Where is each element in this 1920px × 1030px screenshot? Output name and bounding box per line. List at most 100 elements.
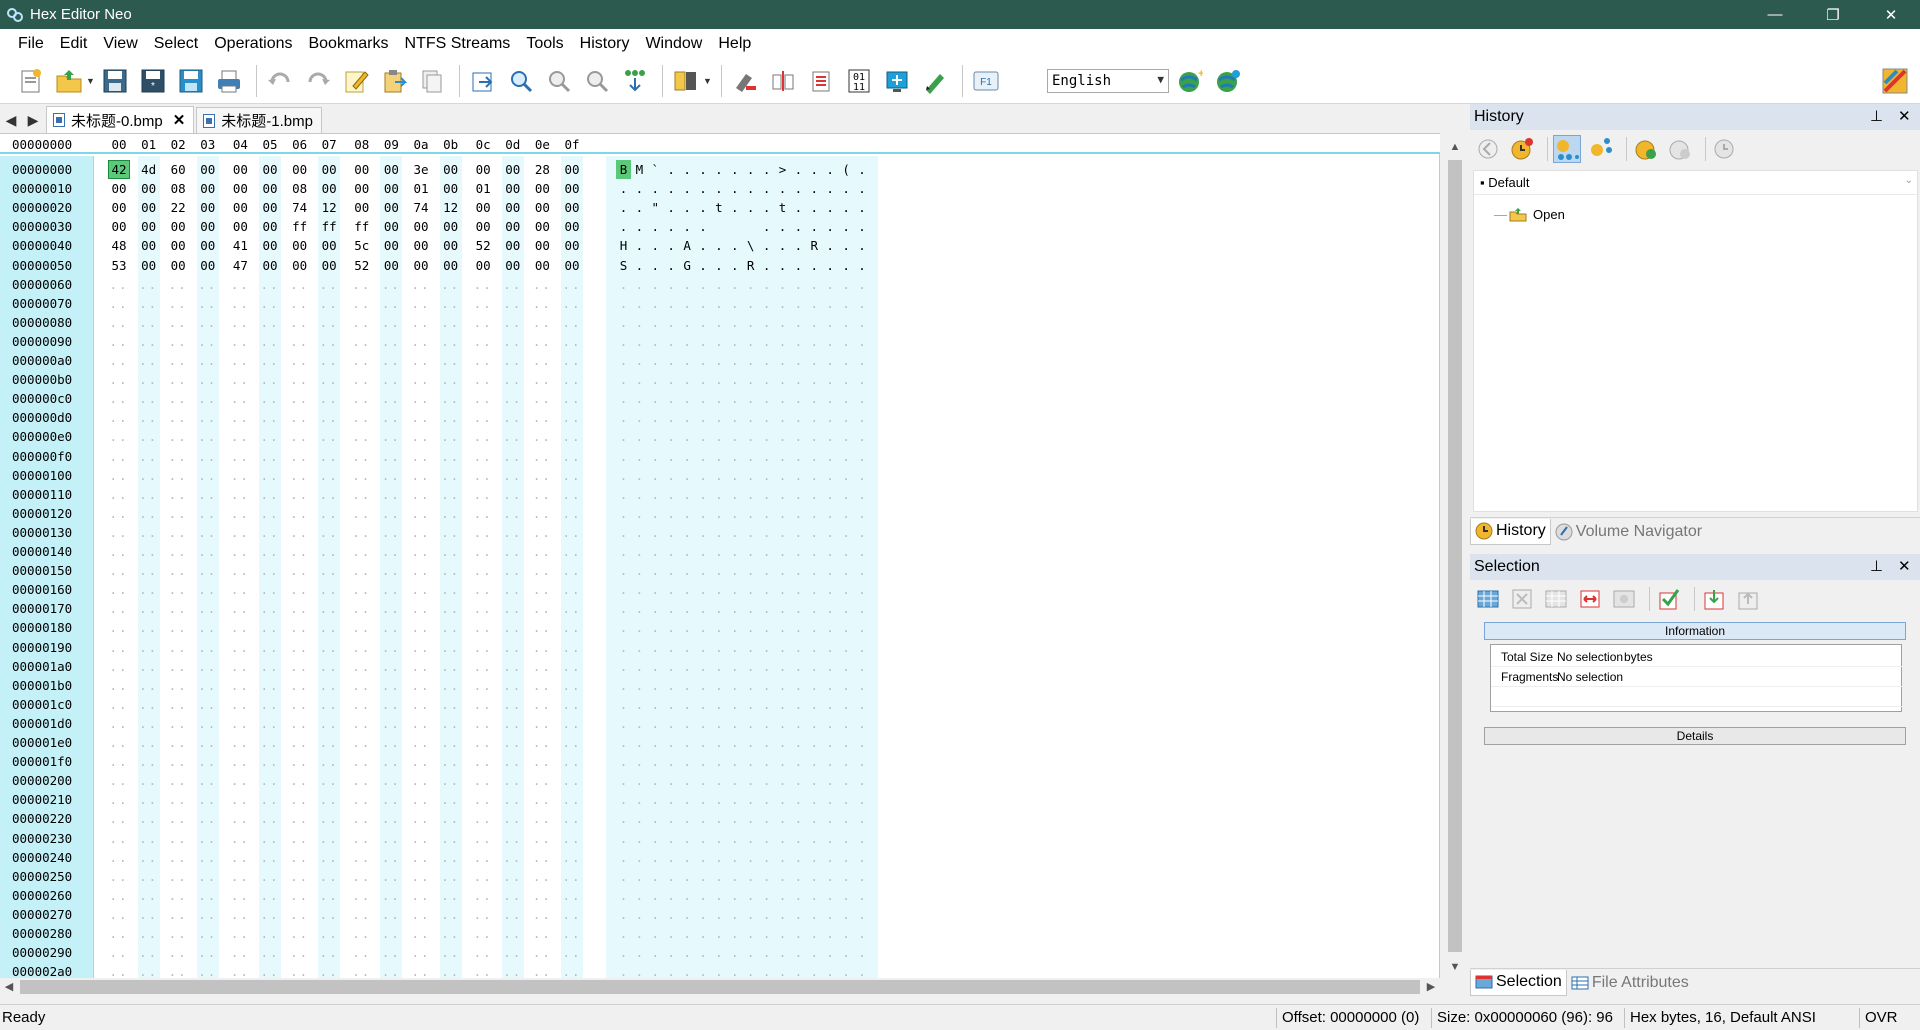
ascii-char[interactable]: . bbox=[680, 198, 695, 217]
ascii-char[interactable]: . bbox=[616, 657, 631, 676]
hex-byte[interactable]: .. bbox=[502, 332, 524, 351]
ascii-char[interactable]: . bbox=[855, 771, 870, 790]
hex-byte[interactable]: .. bbox=[289, 370, 311, 389]
hex-byte[interactable]: .. bbox=[289, 389, 311, 408]
ascii-char[interactable]: . bbox=[696, 561, 711, 580]
scroll-down-icon[interactable]: ▼ bbox=[1446, 958, 1464, 976]
hex-byte[interactable]: .. bbox=[351, 485, 373, 504]
ascii-char[interactable]: . bbox=[680, 676, 695, 695]
hex-byte[interactable]: .. bbox=[502, 657, 524, 676]
select-all-icon[interactable] bbox=[1474, 585, 1502, 613]
ascii-char[interactable]: . bbox=[839, 370, 854, 389]
hex-byte[interactable]: .. bbox=[289, 466, 311, 485]
hex-byte[interactable]: .. bbox=[289, 485, 311, 504]
ascii-char[interactable]: . bbox=[664, 466, 679, 485]
hex-byte[interactable]: .. bbox=[259, 275, 281, 294]
ascii-char[interactable]: . bbox=[839, 714, 854, 733]
hex-byte[interactable]: .. bbox=[229, 790, 251, 809]
ascii-char[interactable]: . bbox=[616, 370, 631, 389]
hex-byte[interactable]: 00 bbox=[259, 198, 281, 217]
hex-byte[interactable]: .. bbox=[289, 886, 311, 905]
hex-byte[interactable]: .. bbox=[410, 504, 432, 523]
hex-byte[interactable]: .. bbox=[410, 408, 432, 427]
hex-byte[interactable]: 00 bbox=[289, 236, 311, 255]
help-f1-icon[interactable]: F1 bbox=[969, 64, 1003, 98]
ascii-char[interactable]: . bbox=[743, 790, 758, 809]
ascii-char[interactable]: . bbox=[727, 618, 742, 637]
ascii-char[interactable]: . bbox=[632, 886, 647, 905]
ascii-char[interactable]: . bbox=[807, 408, 822, 427]
hex-byte[interactable]: 00 bbox=[197, 160, 219, 179]
hex-byte[interactable]: .. bbox=[410, 809, 432, 828]
ascii-char[interactable]: . bbox=[743, 275, 758, 294]
hex-byte[interactable]: .. bbox=[167, 695, 189, 714]
ascii-char[interactable]: . bbox=[616, 523, 631, 542]
hex-byte[interactable]: .. bbox=[561, 427, 583, 446]
ascii-char[interactable]: . bbox=[823, 332, 838, 351]
ascii-char[interactable]: . bbox=[855, 638, 870, 657]
hex-byte[interactable]: 00 bbox=[531, 236, 553, 255]
ascii-char[interactable]: . bbox=[664, 294, 679, 313]
tab-volume-navigator[interactable]: Volume Navigator bbox=[1551, 519, 1706, 545]
hex-byte[interactable]: .. bbox=[197, 752, 219, 771]
hex-byte[interactable]: .. bbox=[167, 275, 189, 294]
ascii-char[interactable]: . bbox=[791, 733, 806, 752]
ascii-char[interactable]: . bbox=[648, 351, 663, 370]
ascii-char[interactable]: . bbox=[680, 848, 695, 867]
ascii-char[interactable]: . bbox=[711, 790, 726, 809]
ascii-char[interactable]: . bbox=[823, 733, 838, 752]
ascii-char[interactable]: . bbox=[807, 618, 822, 637]
ascii-char[interactable]: . bbox=[855, 695, 870, 714]
ascii-char[interactable]: . bbox=[839, 523, 854, 542]
hex-byte[interactable]: .. bbox=[259, 313, 281, 332]
hex-byte[interactable]: .. bbox=[318, 618, 340, 637]
ascii-char[interactable]: . bbox=[727, 408, 742, 427]
ascii-char[interactable]: . bbox=[680, 275, 695, 294]
ascii-char[interactable]: . bbox=[727, 848, 742, 867]
hex-byte[interactable]: .. bbox=[167, 676, 189, 695]
ascii-char[interactable]: . bbox=[727, 370, 742, 389]
hex-byte[interactable]: .. bbox=[138, 523, 160, 542]
ascii-char[interactable]: . bbox=[616, 332, 631, 351]
hex-byte[interactable]: .. bbox=[229, 676, 251, 695]
hex-byte[interactable]: 01 bbox=[410, 179, 432, 198]
hex-byte[interactable]: .. bbox=[380, 466, 402, 485]
ascii-char[interactable]: . bbox=[616, 561, 631, 580]
hex-byte[interactable]: .. bbox=[502, 485, 524, 504]
ascii-char[interactable]: . bbox=[823, 829, 838, 848]
hex-byte[interactable]: .. bbox=[108, 580, 130, 599]
ascii-char[interactable]: . bbox=[839, 733, 854, 752]
ascii-char[interactable]: . bbox=[791, 638, 806, 657]
hex-byte[interactable]: .. bbox=[259, 485, 281, 504]
hex-byte[interactable]: .. bbox=[440, 638, 462, 657]
ascii-char[interactable]: . bbox=[711, 848, 726, 867]
ascii-char[interactable]: . bbox=[727, 236, 742, 255]
hex-byte[interactable]: .. bbox=[318, 466, 340, 485]
ascii-char[interactable]: . bbox=[823, 714, 838, 733]
ascii-char[interactable]: . bbox=[648, 886, 663, 905]
hex-byte[interactable]: .. bbox=[259, 829, 281, 848]
hex-byte[interactable]: .. bbox=[531, 714, 553, 733]
hex-byte[interactable]: .. bbox=[167, 886, 189, 905]
hex-byte[interactable]: .. bbox=[138, 389, 160, 408]
hex-byte[interactable]: .. bbox=[318, 408, 340, 427]
hex-byte[interactable]: .. bbox=[229, 886, 251, 905]
ascii-char[interactable]: . bbox=[743, 179, 758, 198]
hex-byte[interactable]: 00 bbox=[259, 179, 281, 198]
hex-byte[interactable]: .. bbox=[108, 351, 130, 370]
hex-byte[interactable]: .. bbox=[472, 275, 494, 294]
tab-file-attributes[interactable]: File Attributes bbox=[1567, 970, 1693, 996]
hex-byte[interactable]: .. bbox=[531, 542, 553, 561]
history-branch-bar[interactable]: ▪ Default ⌄ bbox=[1474, 171, 1919, 195]
hex-byte[interactable]: 00 bbox=[380, 217, 402, 236]
hex-byte[interactable]: .. bbox=[351, 523, 373, 542]
hex-byte[interactable]: .. bbox=[289, 447, 311, 466]
menu-bookmarks[interactable]: Bookmarks bbox=[300, 29, 396, 58]
ascii-char[interactable]: . bbox=[807, 523, 822, 542]
file-operations-icon[interactable] bbox=[669, 64, 703, 98]
ascii-char[interactable]: . bbox=[807, 351, 822, 370]
hex-byte[interactable]: .. bbox=[197, 408, 219, 427]
hex-byte[interactable]: .. bbox=[229, 294, 251, 313]
ascii-char[interactable]: . bbox=[664, 427, 679, 446]
hex-byte[interactable]: 48 bbox=[108, 236, 130, 255]
